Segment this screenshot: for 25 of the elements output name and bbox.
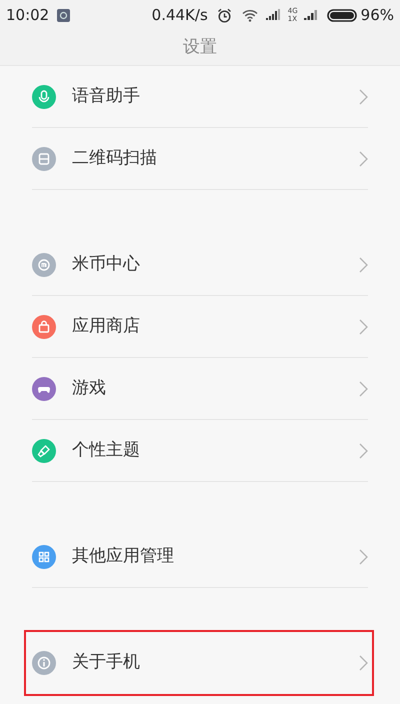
chevron-icon (359, 256, 368, 272)
chevron-icon (359, 655, 368, 671)
status-time: 10:02 (6, 4, 50, 26)
list-item[interactable]: 米币中心 (32, 234, 368, 296)
highlighted-list-item[interactable]: 关于手机 (26, 632, 372, 694)
notification-icon (57, 8, 70, 22)
battery-percent: 96% (360, 4, 394, 26)
list-item[interactable]: 游戏 (32, 358, 368, 420)
signal-icon (304, 9, 320, 21)
chevron-icon (359, 548, 368, 564)
chevron-icon (359, 442, 368, 458)
network-speed: 0.44K/s (152, 4, 208, 26)
list-item[interactable]: 二维码扫描 (32, 128, 368, 190)
list-item[interactable]: 个性主题 (32, 420, 368, 482)
page-title: 设置 (183, 36, 217, 59)
wifi-icon (242, 8, 258, 22)
chevron-icon (359, 88, 368, 104)
battery-icon (326, 8, 357, 22)
list-item[interactable]: 语音助手 (32, 66, 368, 128)
chevron-icon (359, 150, 368, 166)
chevron-icon (359, 318, 368, 334)
chevron-icon (359, 380, 368, 396)
list-item[interactable]: 其他应用管理 (32, 526, 368, 588)
list-item[interactable]: 应用商店 (32, 296, 368, 358)
alarm-icon (216, 8, 232, 22)
